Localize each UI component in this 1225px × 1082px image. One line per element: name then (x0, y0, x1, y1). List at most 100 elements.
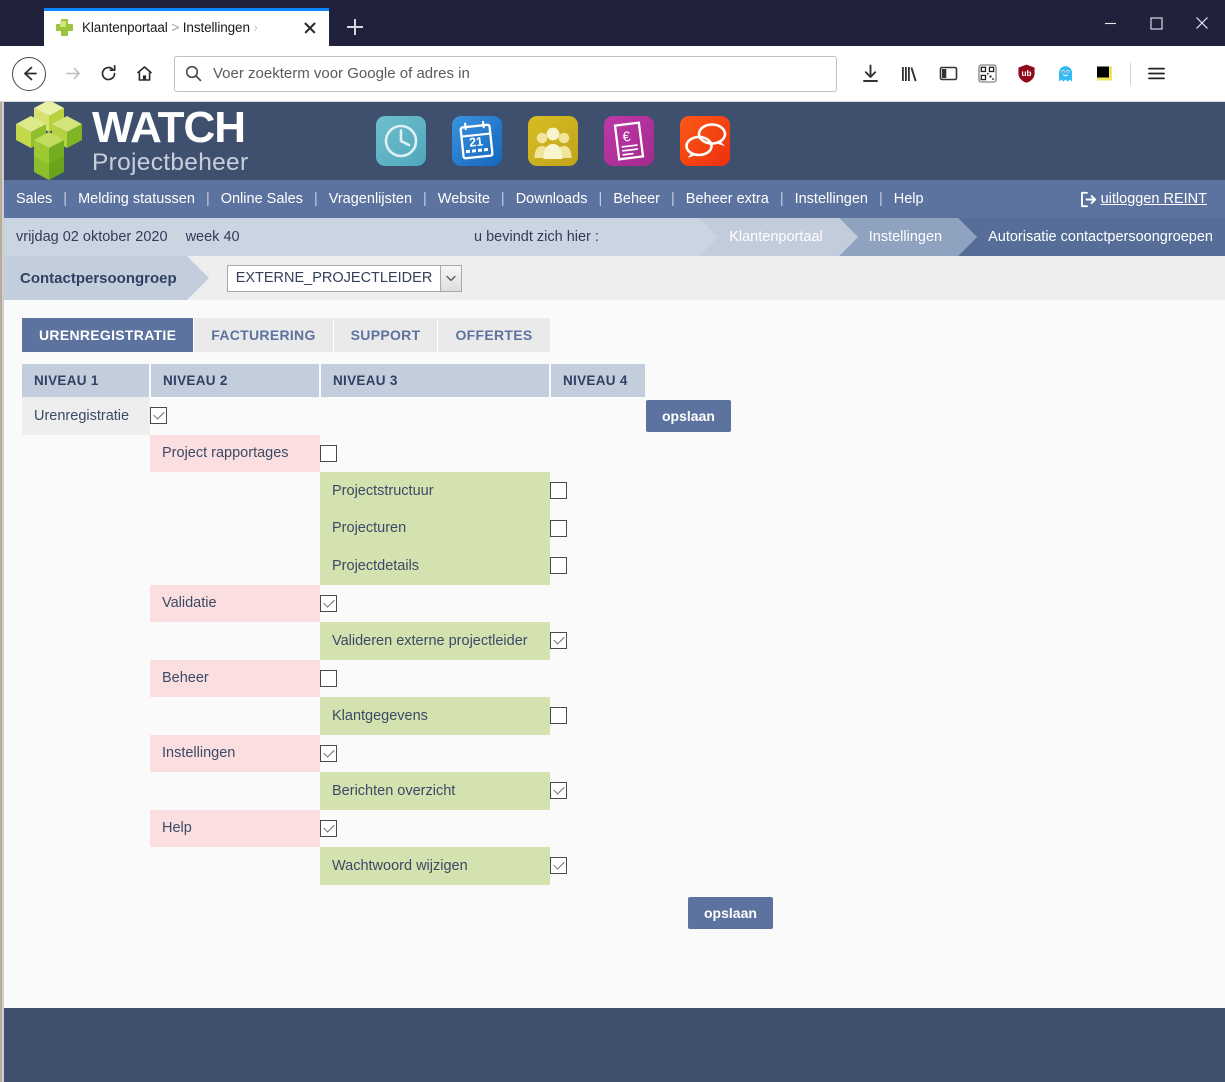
menu-separator: | (598, 191, 603, 207)
contactpersoongroep-select[interactable]: EXTERNE_PROJECTLEIDER (226, 264, 463, 292)
library-icon[interactable] (890, 55, 929, 93)
hamburger-menu-icon[interactable] (1137, 55, 1176, 93)
niveau-4-cell (550, 397, 646, 435)
downloads-icon[interactable] (851, 55, 890, 93)
permission-label: Projectstructuur (320, 472, 550, 510)
niveau-3-cell (320, 735, 550, 773)
permission-checkbox[interactable] (320, 819, 337, 837)
browser-titlebar: Klantenportaal > Instellingen › (0, 0, 1225, 46)
page-left-edge (0, 102, 4, 1082)
permission-checkbox[interactable] (550, 782, 567, 800)
table-row: Validatie (22, 584, 731, 623)
browser-toolbar-icons: ub (851, 55, 1176, 93)
permission-label: Instellingen (150, 734, 320, 772)
niveau-4-cell (550, 660, 646, 698)
menu-item-sales[interactable]: Sales (16, 191, 52, 207)
permission-checkbox[interactable] (550, 632, 567, 650)
permission-checkbox[interactable] (550, 707, 567, 725)
people-icon[interactable] (528, 116, 579, 166)
calendar-icon[interactable]: 21 (452, 116, 503, 166)
permission-checkbox[interactable] (320, 669, 337, 687)
browser-tab-title: Klantenportaal > Instellingen › (82, 20, 299, 35)
permission-checkbox[interactable] (320, 744, 337, 762)
save-cell (646, 585, 731, 623)
permission-checkbox[interactable] (320, 444, 337, 462)
ghostery-icon[interactable] (1046, 55, 1085, 93)
main-menu-bar: Sales | Melding statussen | Online Sales… (0, 180, 1225, 218)
niveau-1-cell (22, 547, 150, 585)
logout-label: uitloggen REINT (1100, 191, 1207, 207)
menu-item-online-sales[interactable]: Online Sales (221, 191, 303, 207)
browser-window: Klantenportaal > Instellingen › Voer zoe… (0, 0, 1225, 1082)
save-cell (646, 772, 731, 810)
permission-checkbox[interactable] (550, 557, 567, 575)
clock-icon[interactable] (376, 116, 427, 166)
menu-separator: | (63, 191, 68, 207)
tab-label: FACTURERING (211, 327, 316, 343)
sidebar-icon[interactable] (929, 55, 968, 93)
menu-item-beheer-extra[interactable]: Beheer extra (686, 191, 769, 207)
invoice-euro-icon[interactable]: € (604, 116, 655, 166)
svg-text:ub: ub (1021, 69, 1031, 78)
tab-title-separator: > (167, 19, 183, 35)
home-button[interactable] (126, 56, 162, 92)
app-logo-line2: Projectbeheer (92, 149, 249, 177)
chevron-down-icon (440, 264, 463, 292)
niveau-1-cell (22, 472, 150, 510)
reload-button[interactable] (90, 56, 126, 92)
logout-button[interactable]: uitloggen REINT (1079, 191, 1207, 208)
niveau-3-cell: Wachtwoord wijzigen (320, 847, 550, 885)
breadcrumb-item-instellingen[interactable]: Instellingen (838, 218, 978, 256)
chat-icon[interactable] (680, 116, 731, 166)
breadcrumb-item-klantenportaal[interactable]: Klantenportaal (699, 218, 858, 256)
table-header-row: NIVEAU 1 NIVEAU 2 NIVEAU 3 NIVEAU 4 (22, 364, 731, 397)
permissions-table-body: Urenregistratie opslaan Project rapporta… (22, 397, 731, 885)
menu-item-beheer[interactable]: Beheer (613, 191, 660, 207)
table-row: Projectstructuur (22, 472, 731, 510)
menu-item-vragenlijsten[interactable]: Vragenlijsten (329, 191, 412, 207)
menu-item-melding-statussen[interactable]: Melding statussen (78, 191, 195, 207)
location-label: u bevindt zich hier : (474, 229, 599, 245)
app-header: WATCH Projectbeheer 21 € (0, 102, 1225, 180)
save-button-top[interactable]: opslaan (646, 399, 731, 432)
forward-button[interactable] (54, 56, 90, 92)
tab-offertes[interactable]: OFFERTES (438, 318, 551, 352)
tab-urenregistratie[interactable]: URENREGISTRATIE (22, 318, 195, 352)
permission-checkbox[interactable] (320, 594, 337, 612)
save-button-bottom[interactable]: opslaan (688, 896, 773, 929)
menu-item-help[interactable]: Help (894, 191, 924, 207)
permission-checkbox[interactable] (550, 482, 567, 500)
app-logo[interactable]: WATCH Projectbeheer (8, 102, 248, 180)
column-header-niveau-3: NIVEAU 3 (320, 364, 551, 397)
qrcode-icon[interactable] (968, 55, 1007, 93)
address-bar[interactable]: Voer zoekterm voor Google of adres in (174, 55, 837, 92)
browser-tab-active[interactable]: Klantenportaal > Instellingen › (44, 8, 329, 46)
niveau-4-cell (550, 810, 646, 848)
menu-item-instellingen[interactable]: Instellingen (795, 191, 868, 207)
tab-support[interactable]: SUPPORT (333, 318, 439, 352)
blackbox-extension-icon[interactable] (1085, 55, 1124, 93)
tab-close-icon[interactable] (299, 16, 321, 38)
permission-label: Project rapportages (150, 434, 320, 472)
back-button[interactable] (12, 56, 46, 91)
tab-facturering[interactable]: FACTURERING (194, 318, 334, 352)
niveau-1-cell (22, 772, 150, 810)
permission-checkbox[interactable] (150, 407, 167, 425)
tab-label: SUPPORT (350, 327, 421, 343)
window-minimize-button[interactable] (1087, 0, 1133, 46)
niveau-2-cell: Validatie (150, 584, 320, 622)
permission-checkbox[interactable] (550, 857, 567, 875)
save-cell (646, 622, 731, 660)
menu-item-website[interactable]: Website (438, 191, 490, 207)
menu-item-downloads[interactable]: Downloads (516, 191, 588, 207)
permission-tabs: URENREGISTRATIE FACTURERING SUPPORT OFFE… (22, 318, 1225, 352)
permission-checkbox[interactable] (550, 519, 567, 537)
new-tab-button[interactable] (338, 10, 372, 44)
menu-separator: | (500, 191, 505, 207)
window-close-button[interactable] (1179, 0, 1225, 46)
menu-separator: | (878, 191, 883, 207)
ublock-origin-icon[interactable]: ub (1007, 55, 1046, 93)
niveau-4-cell (550, 697, 646, 735)
window-maximize-button[interactable] (1133, 0, 1179, 46)
table-row: Projectdetails (22, 547, 731, 585)
